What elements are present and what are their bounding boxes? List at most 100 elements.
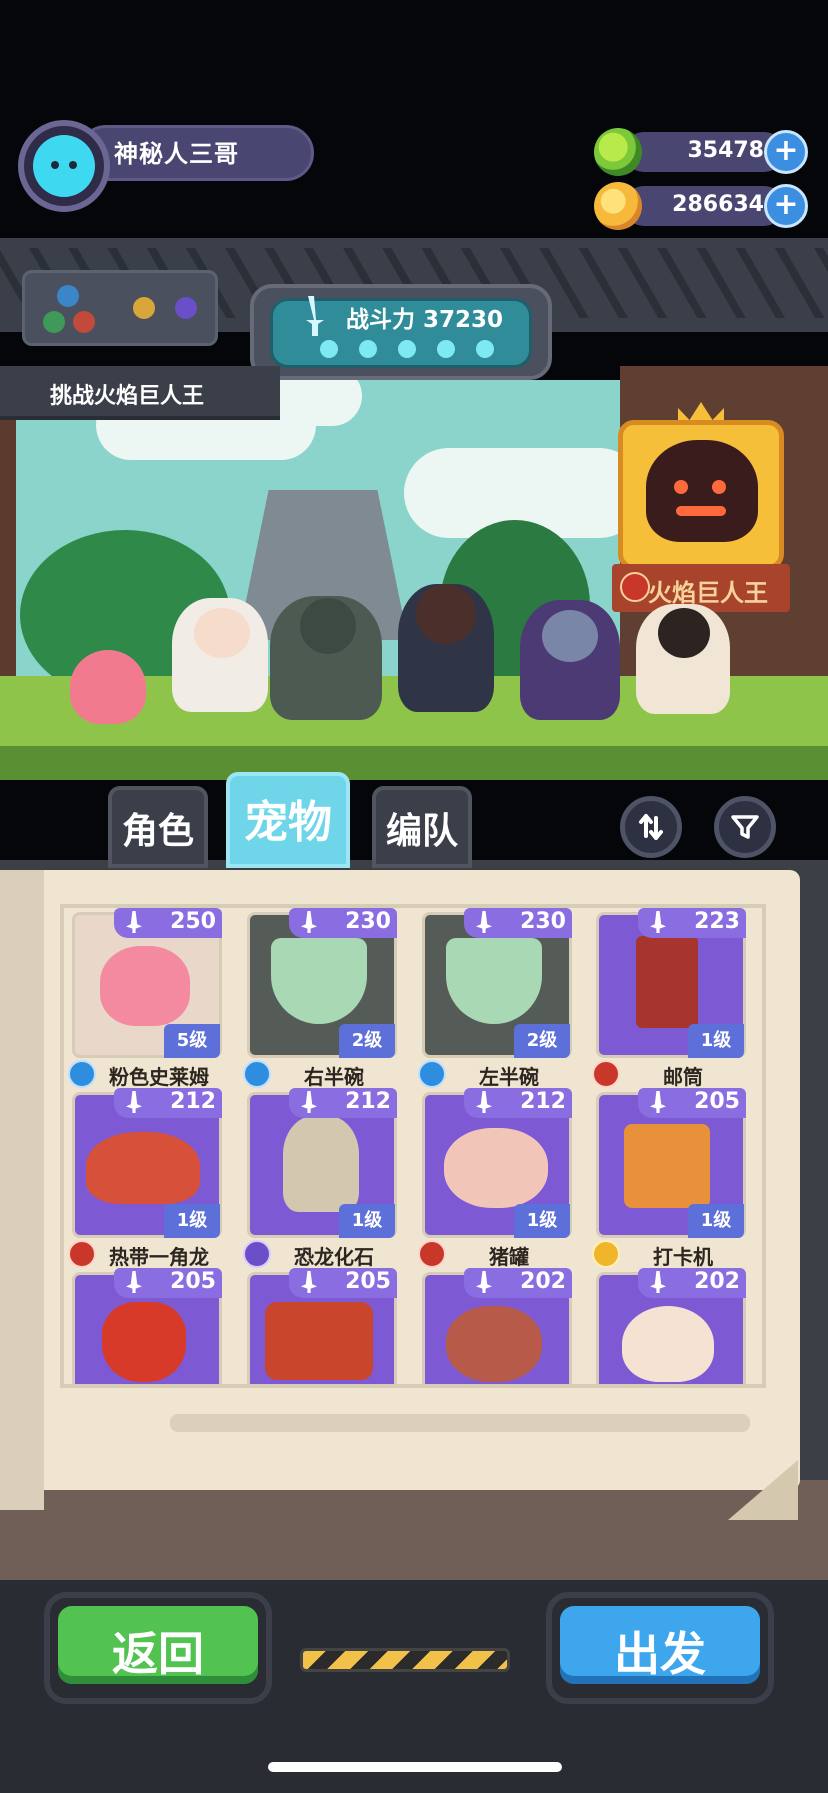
- currency-gold: 286634 +: [594, 182, 808, 230]
- pet-power-value: 205: [694, 1089, 740, 1114]
- pet-namebar: 恐龙化石: [241, 1238, 399, 1270]
- ham-pet-art: [446, 1306, 542, 1382]
- sword-icon: [306, 296, 324, 336]
- pet-card[interactable]: 223 1级 邮筒: [590, 908, 748, 1089]
- pet-power-value: 230: [345, 909, 391, 934]
- element-cycle-panel[interactable]: [22, 270, 218, 346]
- filter-button[interactable]: [714, 796, 776, 858]
- sword-icon: [650, 1271, 666, 1293]
- pet-power-badge: 212: [464, 1088, 572, 1118]
- pet-name: 右半碗: [304, 1065, 364, 1089]
- pet-name: 粉色史莱姆: [109, 1065, 209, 1089]
- add-green-currency-button[interactable]: +: [764, 130, 808, 174]
- pet-power-value: 205: [345, 1269, 391, 1294]
- hero-purple-witch[interactable]: [520, 600, 620, 720]
- dumpling-pet-art: [622, 1306, 714, 1382]
- pet-namebar: 热带一角龙: [66, 1238, 224, 1270]
- pet-level-badge: 1级: [339, 1204, 395, 1238]
- pink-slime-companion: [70, 650, 146, 724]
- hero-armored-knight[interactable]: [270, 596, 382, 720]
- pet-power-badge: 223: [638, 908, 746, 938]
- player-profile[interactable]: 神秘人三哥: [18, 120, 314, 212]
- pet-name: 猪罐: [489, 1245, 529, 1269]
- dark-element-icon: [243, 1240, 271, 1268]
- pet-power-badge: 205: [638, 1088, 746, 1118]
- page-footnote-blurred: [170, 1414, 750, 1432]
- pet-power-badge: 230: [464, 908, 572, 938]
- currency-gold-value: 286634: [672, 192, 764, 217]
- pet-power-value: 212: [170, 1089, 216, 1114]
- pet-card[interactable]: 212 1级热带一角龙: [66, 1088, 224, 1269]
- pet-power-badge: 205: [114, 1268, 222, 1298]
- battle-power-label: 战斗力 37230: [346, 307, 504, 333]
- sword-icon: [650, 911, 666, 933]
- power-dot: [398, 340, 416, 358]
- pet-level-badge: 1级: [164, 1204, 220, 1238]
- pet-power-badge: 230: [289, 908, 397, 938]
- power-dot: [320, 340, 338, 358]
- drum-pet-art: [265, 1302, 373, 1380]
- pet-level-badge: 2级: [339, 1024, 395, 1058]
- game-screen: 火焰巨人王 战斗力 37230 挑战火焰巨人王 神秘人三哥 35478 + 28…: [0, 0, 828, 1793]
- pet-level-badge: 5级: [164, 1024, 220, 1058]
- challenge-boss-button[interactable]: 挑战火焰巨人王: [0, 366, 280, 420]
- sword-icon: [126, 911, 142, 933]
- pet-power-badge: 202: [464, 1268, 572, 1298]
- pet-card[interactable]: 205 1级 打卡机: [590, 1088, 748, 1269]
- hero-dark-coat[interactable]: [398, 584, 494, 712]
- tab-characters[interactable]: 角色: [108, 786, 208, 868]
- pet-card[interactable]: 202: [416, 1268, 574, 1384]
- sword-icon: [476, 1091, 492, 1113]
- pet-power-value: 202: [694, 1269, 740, 1294]
- pet-card[interactable]: 230 2级右半碗: [241, 908, 399, 1089]
- hero-white-king[interactable]: [172, 598, 268, 712]
- lizard-pet-art: [86, 1132, 200, 1204]
- pet-card[interactable]: 202: [590, 1268, 748, 1384]
- cat-avatar-icon: [33, 135, 95, 197]
- power-dot: [476, 340, 494, 358]
- sword-icon: [301, 1271, 317, 1293]
- pet-power-badge: 212: [289, 1088, 397, 1118]
- pet-card[interactable]: 212 1级 恐龙化石: [241, 1088, 399, 1269]
- clock-machine-pet-art: [624, 1124, 710, 1208]
- pet-namebar: 粉色史莱姆: [66, 1058, 224, 1090]
- fire-element-icon: [418, 1240, 446, 1268]
- light-element-icon: [592, 1240, 620, 1268]
- currency-green: 35478 +: [594, 128, 808, 176]
- back-button[interactable]: 返回: [44, 1592, 272, 1704]
- tab-formation[interactable]: 编队: [372, 786, 472, 868]
- pet-power-badge: 250: [114, 908, 222, 938]
- pet-power-value: 202: [520, 1269, 566, 1294]
- tab-characters-label: 角色: [121, 811, 194, 852]
- mailbox-pet-art: [636, 936, 698, 1028]
- pet-card[interactable]: 205: [241, 1268, 399, 1384]
- hero-laurel-emperor[interactable]: [636, 604, 730, 714]
- pet-name: 打卡机: [653, 1245, 713, 1269]
- challenge-label: 挑战火焰巨人王: [50, 384, 205, 409]
- power-dot: [359, 340, 377, 358]
- avatar[interactable]: [18, 120, 110, 212]
- power-dot: [437, 340, 455, 358]
- pet-name: 左半碗: [479, 1065, 539, 1089]
- pet-name: 热带一角龙: [109, 1245, 209, 1269]
- water-element-icon: [243, 1060, 271, 1088]
- tab-formation-label: 编队: [385, 811, 458, 852]
- sword-icon: [650, 1091, 666, 1113]
- pet-card[interactable]: 230 2级 左半碗: [416, 908, 574, 1089]
- home-indicator[interactable]: [268, 1762, 562, 1772]
- fire-element-icon: [620, 572, 650, 602]
- back-button-label: 返回: [112, 1627, 204, 1681]
- filter-funnel-icon: [731, 815, 759, 839]
- player-name: 神秘人三哥: [114, 140, 239, 168]
- fossil-pet-art: [283, 1116, 359, 1212]
- sword-icon: [476, 911, 492, 933]
- add-gold-currency-button[interactable]: +: [764, 184, 808, 228]
- tab-pets[interactable]: 宠物: [226, 772, 350, 868]
- pet-card[interactable]: 212 1级 猪罐: [416, 1088, 574, 1269]
- sort-button[interactable]: [620, 796, 682, 858]
- pet-card[interactable]: 250 5级粉色史莱姆: [66, 908, 224, 1089]
- pet-namebar: 猪罐: [416, 1238, 574, 1270]
- sort-arrows-icon: [639, 814, 663, 840]
- depart-button[interactable]: 出发: [546, 1592, 774, 1704]
- pet-card[interactable]: 205: [66, 1268, 224, 1384]
